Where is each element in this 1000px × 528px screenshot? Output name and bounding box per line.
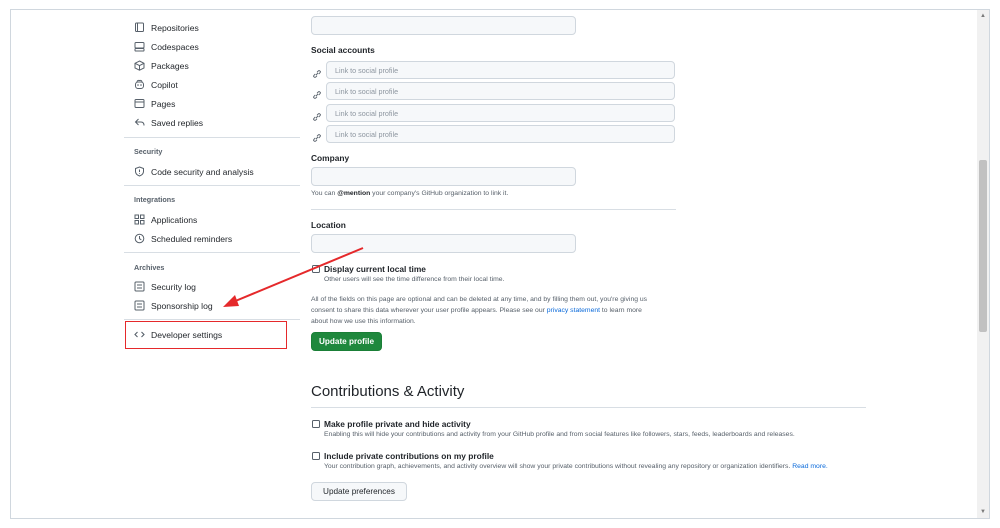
annotation-arrow <box>223 247 364 307</box>
scroll-up-arrow[interactable]: ▲ <box>979 12 987 20</box>
scrollbar-thumb[interactable] <box>979 160 987 332</box>
settings-page: Repositories Codespaces Packages Copilot… <box>10 9 990 519</box>
scroll-down-arrow[interactable]: ▼ <box>979 508 987 516</box>
